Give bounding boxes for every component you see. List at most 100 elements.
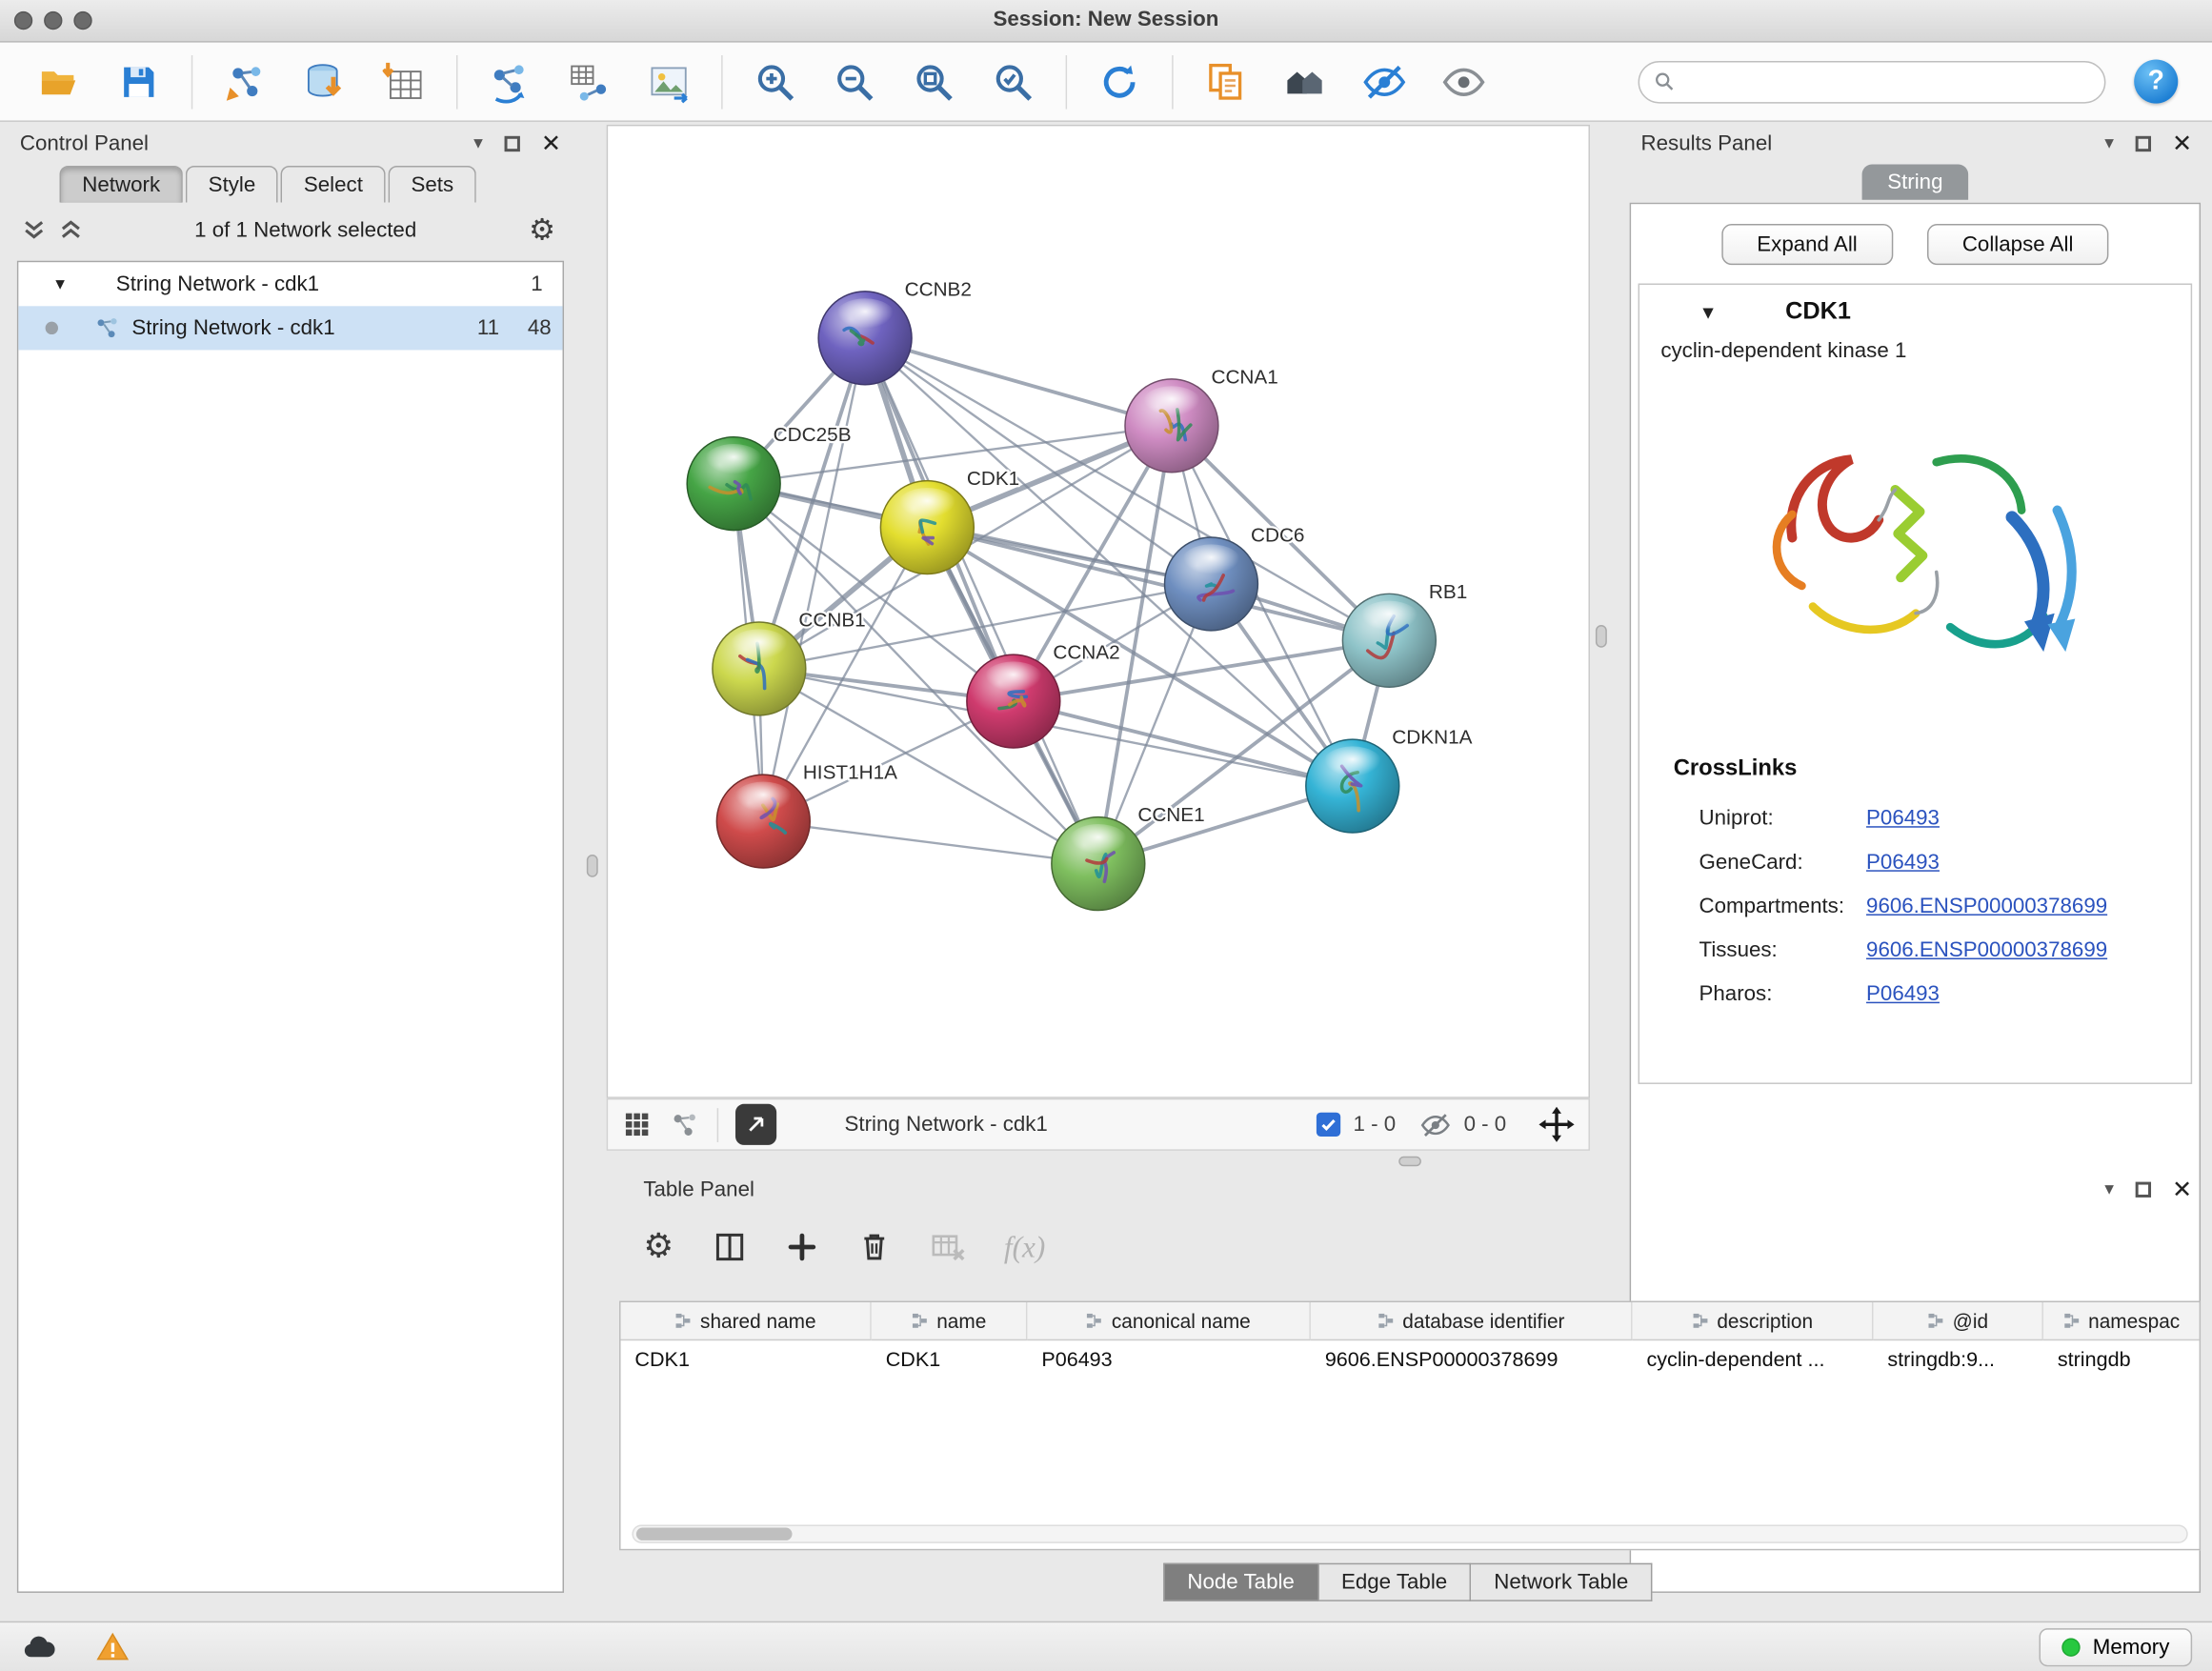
tab-select[interactable]: Select: [281, 166, 386, 203]
zoom-selected-button[interactable]: [980, 49, 1045, 113]
zoom-fit-button[interactable]: [901, 49, 966, 113]
network-edge-CCNB2-CCNA1[interactable]: [865, 338, 1172, 426]
panel-close-icon[interactable]: ✕: [2172, 131, 2192, 155]
network-row[interactable]: String Network - cdk1 11 48: [18, 306, 562, 350]
network-node-CCNB2[interactable]: [818, 292, 912, 385]
zoom-in-button[interactable]: [742, 49, 807, 113]
panel-float-icon[interactable]: [2135, 1181, 2150, 1197]
right-splitter-handle[interactable]: [1596, 625, 1607, 648]
search-input[interactable]: [1685, 70, 2090, 93]
tab-edge-table[interactable]: Edge Table: [1318, 1563, 1471, 1601]
collapse-all-button[interactable]: Collapse All: [1927, 224, 2109, 265]
tab-sets[interactable]: Sets: [389, 166, 476, 203]
tab-network-table[interactable]: Network Table: [1471, 1563, 1652, 1601]
add-column-button[interactable]: [784, 1230, 818, 1264]
network-collection-row[interactable]: ▼ String Network - cdk1 1: [18, 262, 562, 306]
import-network-button[interactable]: [212, 49, 277, 113]
network-node-CCNA1[interactable]: [1125, 379, 1218, 473]
bottom-splitter-handle[interactable]: [1398, 1157, 1421, 1166]
import-table-button[interactable]: [372, 49, 436, 113]
column-header-name[interactable]: name: [872, 1302, 1028, 1340]
crosslink-value-link[interactable]: P06493: [1866, 982, 1940, 1006]
network-node-CDC25B[interactable]: [687, 437, 780, 531]
cell-id[interactable]: stringdb:9...: [1873, 1340, 2042, 1379]
cloud-sync-button[interactable]: [20, 1628, 58, 1666]
hide-graphics-button[interactable]: [1352, 49, 1417, 113]
network-node-RB1[interactable]: [1342, 594, 1436, 687]
home-button[interactable]: [1273, 49, 1337, 113]
selected-checkbox-icon[interactable]: [1317, 1113, 1340, 1137]
network-edge-CCNB2-HIST1H1A[interactable]: [763, 338, 865, 821]
cell-database-identifier[interactable]: 9606.ENSP00000378699: [1311, 1340, 1633, 1379]
collection-caret-icon[interactable]: ▼: [52, 275, 68, 292]
crosslink-value-link[interactable]: 9606.ENSP00000378699: [1866, 895, 2107, 918]
entry-caret-icon[interactable]: ▼: [1699, 301, 1718, 322]
tab-string[interactable]: String: [1861, 165, 1968, 200]
function-builder-button[interactable]: f(x): [1004, 1229, 1045, 1264]
column-header-id[interactable]: @id: [1873, 1302, 2042, 1340]
tab-style[interactable]: Style: [186, 166, 278, 203]
panel-close-icon[interactable]: ✕: [541, 131, 561, 155]
network-from-selection-button[interactable]: [477, 49, 542, 113]
cell-description[interactable]: cyclin-dependent ...: [1633, 1340, 1874, 1379]
panel-menu-icon[interactable]: ▾: [2104, 1178, 2114, 1200]
column-header-namespace[interactable]: namespac: [2043, 1302, 2200, 1340]
warnings-button[interactable]: [95, 1630, 131, 1665]
network-node-CDK1[interactable]: [880, 481, 974, 574]
save-session-button[interactable]: [107, 49, 171, 113]
panel-menu-icon[interactable]: ▾: [473, 131, 483, 154]
column-header-database-identifier[interactable]: database identifier: [1311, 1302, 1633, 1340]
new-table-from-network-button[interactable]: [557, 49, 622, 113]
network-options-gear-icon[interactable]: ⚙: [529, 214, 555, 244]
panel-float-icon[interactable]: [504, 135, 519, 151]
column-header-canonical-name[interactable]: canonical name: [1027, 1302, 1311, 1340]
crosslink-value-link[interactable]: P06493: [1866, 806, 1940, 830]
cell-shared-name[interactable]: CDK1: [621, 1340, 872, 1379]
pan-tool-button[interactable]: [1538, 1107, 1574, 1142]
horizontal-scrollbar[interactable]: [632, 1525, 2187, 1543]
left-splitter-handle[interactable]: [587, 855, 598, 877]
expand-all-networks-button[interactable]: [59, 218, 82, 241]
column-header-shared-name[interactable]: shared name: [621, 1302, 872, 1340]
clear-table-button[interactable]: [929, 1229, 966, 1266]
panel-close-icon[interactable]: ✕: [2172, 1177, 2192, 1200]
network-node-CDC6[interactable]: [1165, 537, 1258, 631]
network-node-CDKN1A[interactable]: [1306, 739, 1399, 833]
network-edge-HIST1H1A-CCNE1[interactable]: [763, 821, 1098, 863]
help-button[interactable]: ?: [2134, 59, 2178, 103]
network-node-HIST1H1A[interactable]: [716, 775, 810, 868]
copy-documents-button[interactable]: [1193, 49, 1257, 113]
table-row[interactable]: CDK1 CDK1 P06493 9606.ENSP00000378699 cy…: [621, 1340, 2200, 1379]
panel-float-icon[interactable]: [2135, 135, 2150, 151]
column-header-description[interactable]: description: [1633, 1302, 1874, 1340]
import-database-button[interactable]: [292, 49, 356, 113]
scrollbar-thumb[interactable]: [636, 1528, 793, 1540]
crosslink-value-link[interactable]: 9606.ENSP00000378699: [1866, 938, 2107, 962]
birdseye-view-button[interactable]: [669, 1109, 700, 1140]
crosslink-value-link[interactable]: P06493: [1866, 851, 1940, 875]
collapse-all-networks-button[interactable]: [23, 218, 46, 241]
table-options-button[interactable]: ⚙: [643, 1230, 674, 1264]
cell-name[interactable]: CDK1: [872, 1340, 1028, 1379]
network-canvas[interactable]: CCNB2CCNA1CDC25BCDK1CDC6RB1CCNB1CCNA2CDK…: [607, 125, 1590, 1098]
detach-view-button[interactable]: [735, 1104, 776, 1145]
tab-network[interactable]: Network: [59, 166, 182, 203]
cell-canonical-name[interactable]: P06493: [1027, 1340, 1311, 1379]
show-graphics-button[interactable]: [1431, 49, 1496, 113]
grid-view-button[interactable]: [622, 1110, 652, 1139]
network-node-CCNE1[interactable]: [1052, 817, 1145, 911]
cell-namespace[interactable]: stringdb: [2043, 1340, 2200, 1379]
select-columns-button[interactable]: [712, 1230, 746, 1264]
panel-menu-icon[interactable]: ▾: [2104, 131, 2114, 154]
network-node-CCNA2[interactable]: [967, 654, 1060, 748]
open-session-button[interactable]: [27, 49, 91, 113]
network-node-CCNB1[interactable]: [713, 622, 806, 715]
delete-column-button[interactable]: [856, 1230, 891, 1264]
expand-all-button[interactable]: Expand All: [1721, 224, 1893, 265]
export-image-button[interactable]: [636, 49, 701, 113]
zoom-out-button[interactable]: [822, 49, 887, 113]
memory-button[interactable]: Memory: [2039, 1628, 2192, 1666]
tab-node-table[interactable]: Node Table: [1163, 1563, 1318, 1601]
network-edge-CCNB2-CCNE1[interactable]: [865, 338, 1098, 864]
apply-layout-button[interactable]: [1087, 49, 1152, 113]
